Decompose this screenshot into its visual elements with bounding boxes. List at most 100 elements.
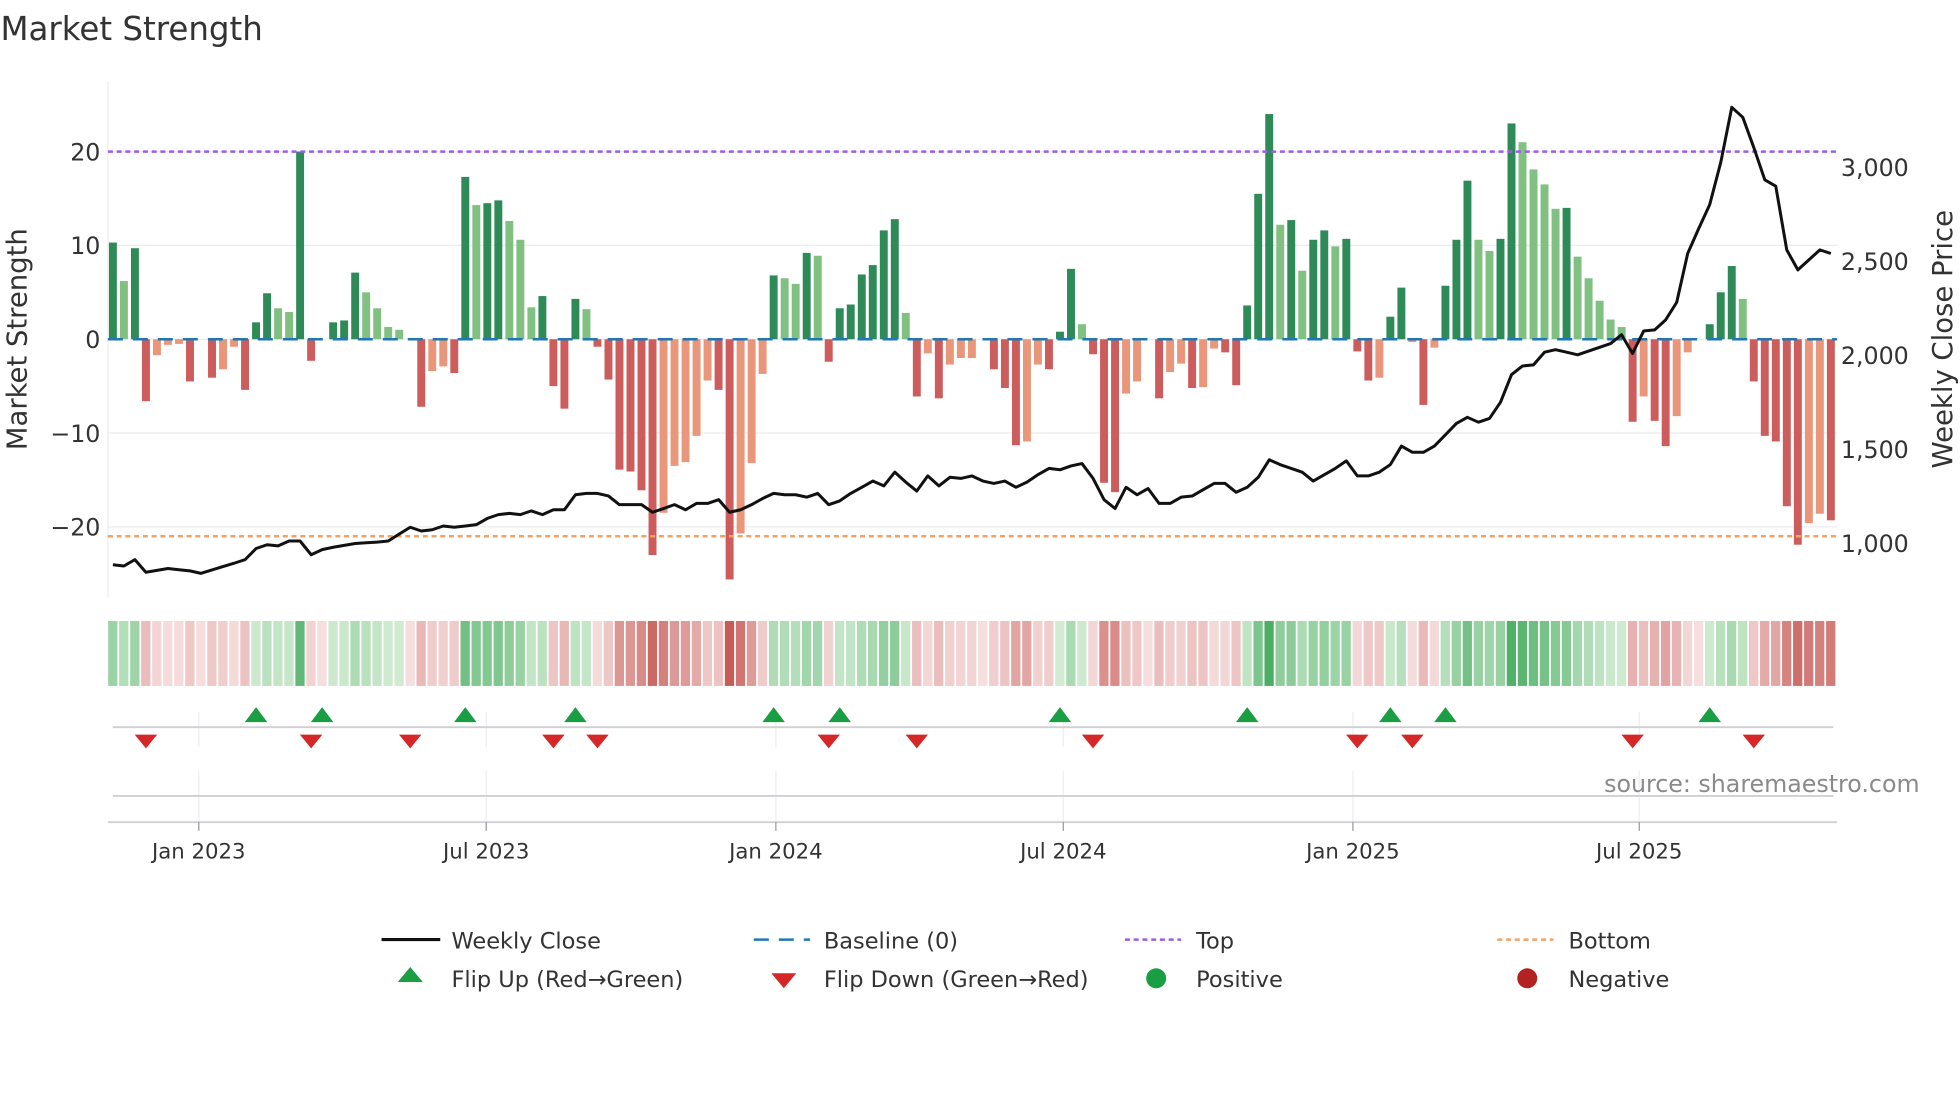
heat-strip-cell <box>592 620 602 686</box>
positive-strength-bar <box>527 307 536 340</box>
negative-strength-bar <box>703 339 712 381</box>
positive-strength-bar <box>1738 298 1747 340</box>
negative-strength-bar <box>945 339 954 365</box>
positive-strength-bar <box>769 275 778 340</box>
negative-strength-bar <box>1375 339 1384 378</box>
negative-strength-bar <box>1683 339 1692 353</box>
negative-strength-bar <box>1782 339 1791 507</box>
positive-strength-bar <box>1254 193 1263 340</box>
positive-strength-bar <box>1595 300 1604 340</box>
heat-strip-cell <box>1693 620 1704 686</box>
legend-flip-down-icon <box>771 973 797 989</box>
positive-strength-bar <box>516 239 525 340</box>
y-tick-label: 20 <box>70 138 100 166</box>
chart-title: Market Strength <box>0 10 262 48</box>
heat-strip-cell <box>1671 620 1682 686</box>
heat-strip-cell <box>978 620 988 686</box>
flip-down-marker <box>1621 734 1644 749</box>
heat-strip-cell <box>284 620 294 686</box>
heat-strip-cell <box>1440 620 1450 686</box>
legend-weekly-close-label: Weekly Close <box>451 928 600 954</box>
heat-strip-cell <box>1154 620 1164 686</box>
x-tick-label: Jan 2023 <box>150 839 246 864</box>
x-tick-label: Jan 2025 <box>1304 839 1400 864</box>
heat-strip-cell <box>956 620 966 686</box>
heat-strip-cell <box>438 620 448 686</box>
negative-strength-bar <box>1749 339 1758 382</box>
negative-strength-bar <box>1793 339 1802 545</box>
heat-strip-cell <box>394 620 404 686</box>
heat-strip-cell <box>868 620 878 686</box>
negative-strength-bar <box>1000 339 1009 389</box>
heat-strip-cell <box>757 620 768 686</box>
positive-strength-bar <box>813 255 822 340</box>
heat-strip-cell <box>735 620 746 686</box>
y2-tick-label: 1,500 <box>1841 436 1909 464</box>
heat-strip-cell <box>1572 620 1583 686</box>
flip-up-marker <box>1235 707 1259 723</box>
heat-strip-cell <box>1297 620 1307 686</box>
flip-down-marker <box>299 734 323 749</box>
heat-strip-cell <box>350 620 360 686</box>
positive-strength-bar <box>1397 287 1406 340</box>
positive-strength-bar <box>362 292 371 340</box>
legend-positive-label: Positive <box>1196 967 1283 993</box>
heat-strip-cell <box>493 620 503 686</box>
positive-strength-bar <box>1342 238 1351 340</box>
negative-strength-bar <box>1089 339 1097 355</box>
heat-strip-cell <box>482 620 492 686</box>
legend-bottom-label: Bottom <box>1568 928 1650 954</box>
positive-strength-bar <box>384 327 393 340</box>
negative-strength-bar <box>186 339 194 382</box>
y-tick-label: 10 <box>70 232 100 260</box>
positive-strength-bar <box>494 200 503 340</box>
positive-strength-bar <box>868 265 877 340</box>
y-axis-label: Market Strength <box>2 228 34 450</box>
positive-strength-bar <box>505 221 514 340</box>
negative-strength-bar <box>1771 339 1780 442</box>
legend-top-label: Top <box>1195 928 1234 954</box>
negative-strength-bar <box>967 339 976 358</box>
positive-strength-bar <box>791 283 800 340</box>
negative-strength-bar <box>417 339 426 407</box>
heat-strip-cell <box>1110 620 1120 686</box>
negative-strength-bar <box>307 339 316 361</box>
positive-strength-bar <box>1452 239 1461 340</box>
positive-strength-bar <box>1276 224 1285 340</box>
heat-strip-cell <box>262 620 272 686</box>
negative-strength-bar <box>1188 339 1197 389</box>
negative-strength-bar <box>1166 339 1175 373</box>
heat-strip-cell <box>1132 620 1142 686</box>
heat-strip-cell <box>680 620 691 686</box>
heat-strip-cell <box>1528 620 1539 686</box>
heat-strip-cell <box>1066 620 1076 686</box>
positive-strength-bar <box>1320 230 1329 340</box>
positive-strength-bar <box>1496 238 1505 340</box>
heat-strip-cell <box>1826 620 1836 686</box>
negative-strength-bar <box>1022 339 1031 442</box>
negative-strength-bar <box>934 339 943 399</box>
heat-strip-cell <box>625 620 635 686</box>
flip-down-marker <box>134 734 158 749</box>
heat-strip-cell <box>1616 620 1627 686</box>
heat-strip-cell <box>1429 620 1439 686</box>
heat-strip-cell <box>229 620 239 686</box>
heat-strip-cell <box>1143 620 1153 686</box>
heat-strip-cell <box>504 620 514 686</box>
heat-strip-cell <box>1176 620 1186 686</box>
flip-up-marker <box>1434 707 1457 723</box>
heat-strip-cell <box>185 620 195 686</box>
x-tick-label: Jul 2023 <box>441 839 529 864</box>
negative-strength-bar <box>648 339 657 556</box>
negative-strength-bar <box>1221 339 1230 353</box>
negative-strength-bar <box>450 339 459 373</box>
positive-strength-bar <box>329 322 338 340</box>
y-tick-label: 0 <box>85 326 100 354</box>
negative-strength-bar <box>1760 339 1769 436</box>
positive-strength-bar <box>857 274 866 340</box>
negative-strength-bar <box>560 339 569 409</box>
positive-strength-bar <box>1298 270 1307 340</box>
heat-strip-cell <box>1242 620 1252 686</box>
flip-up-marker <box>1698 707 1721 723</box>
positive-strength-bar <box>1562 207 1571 340</box>
